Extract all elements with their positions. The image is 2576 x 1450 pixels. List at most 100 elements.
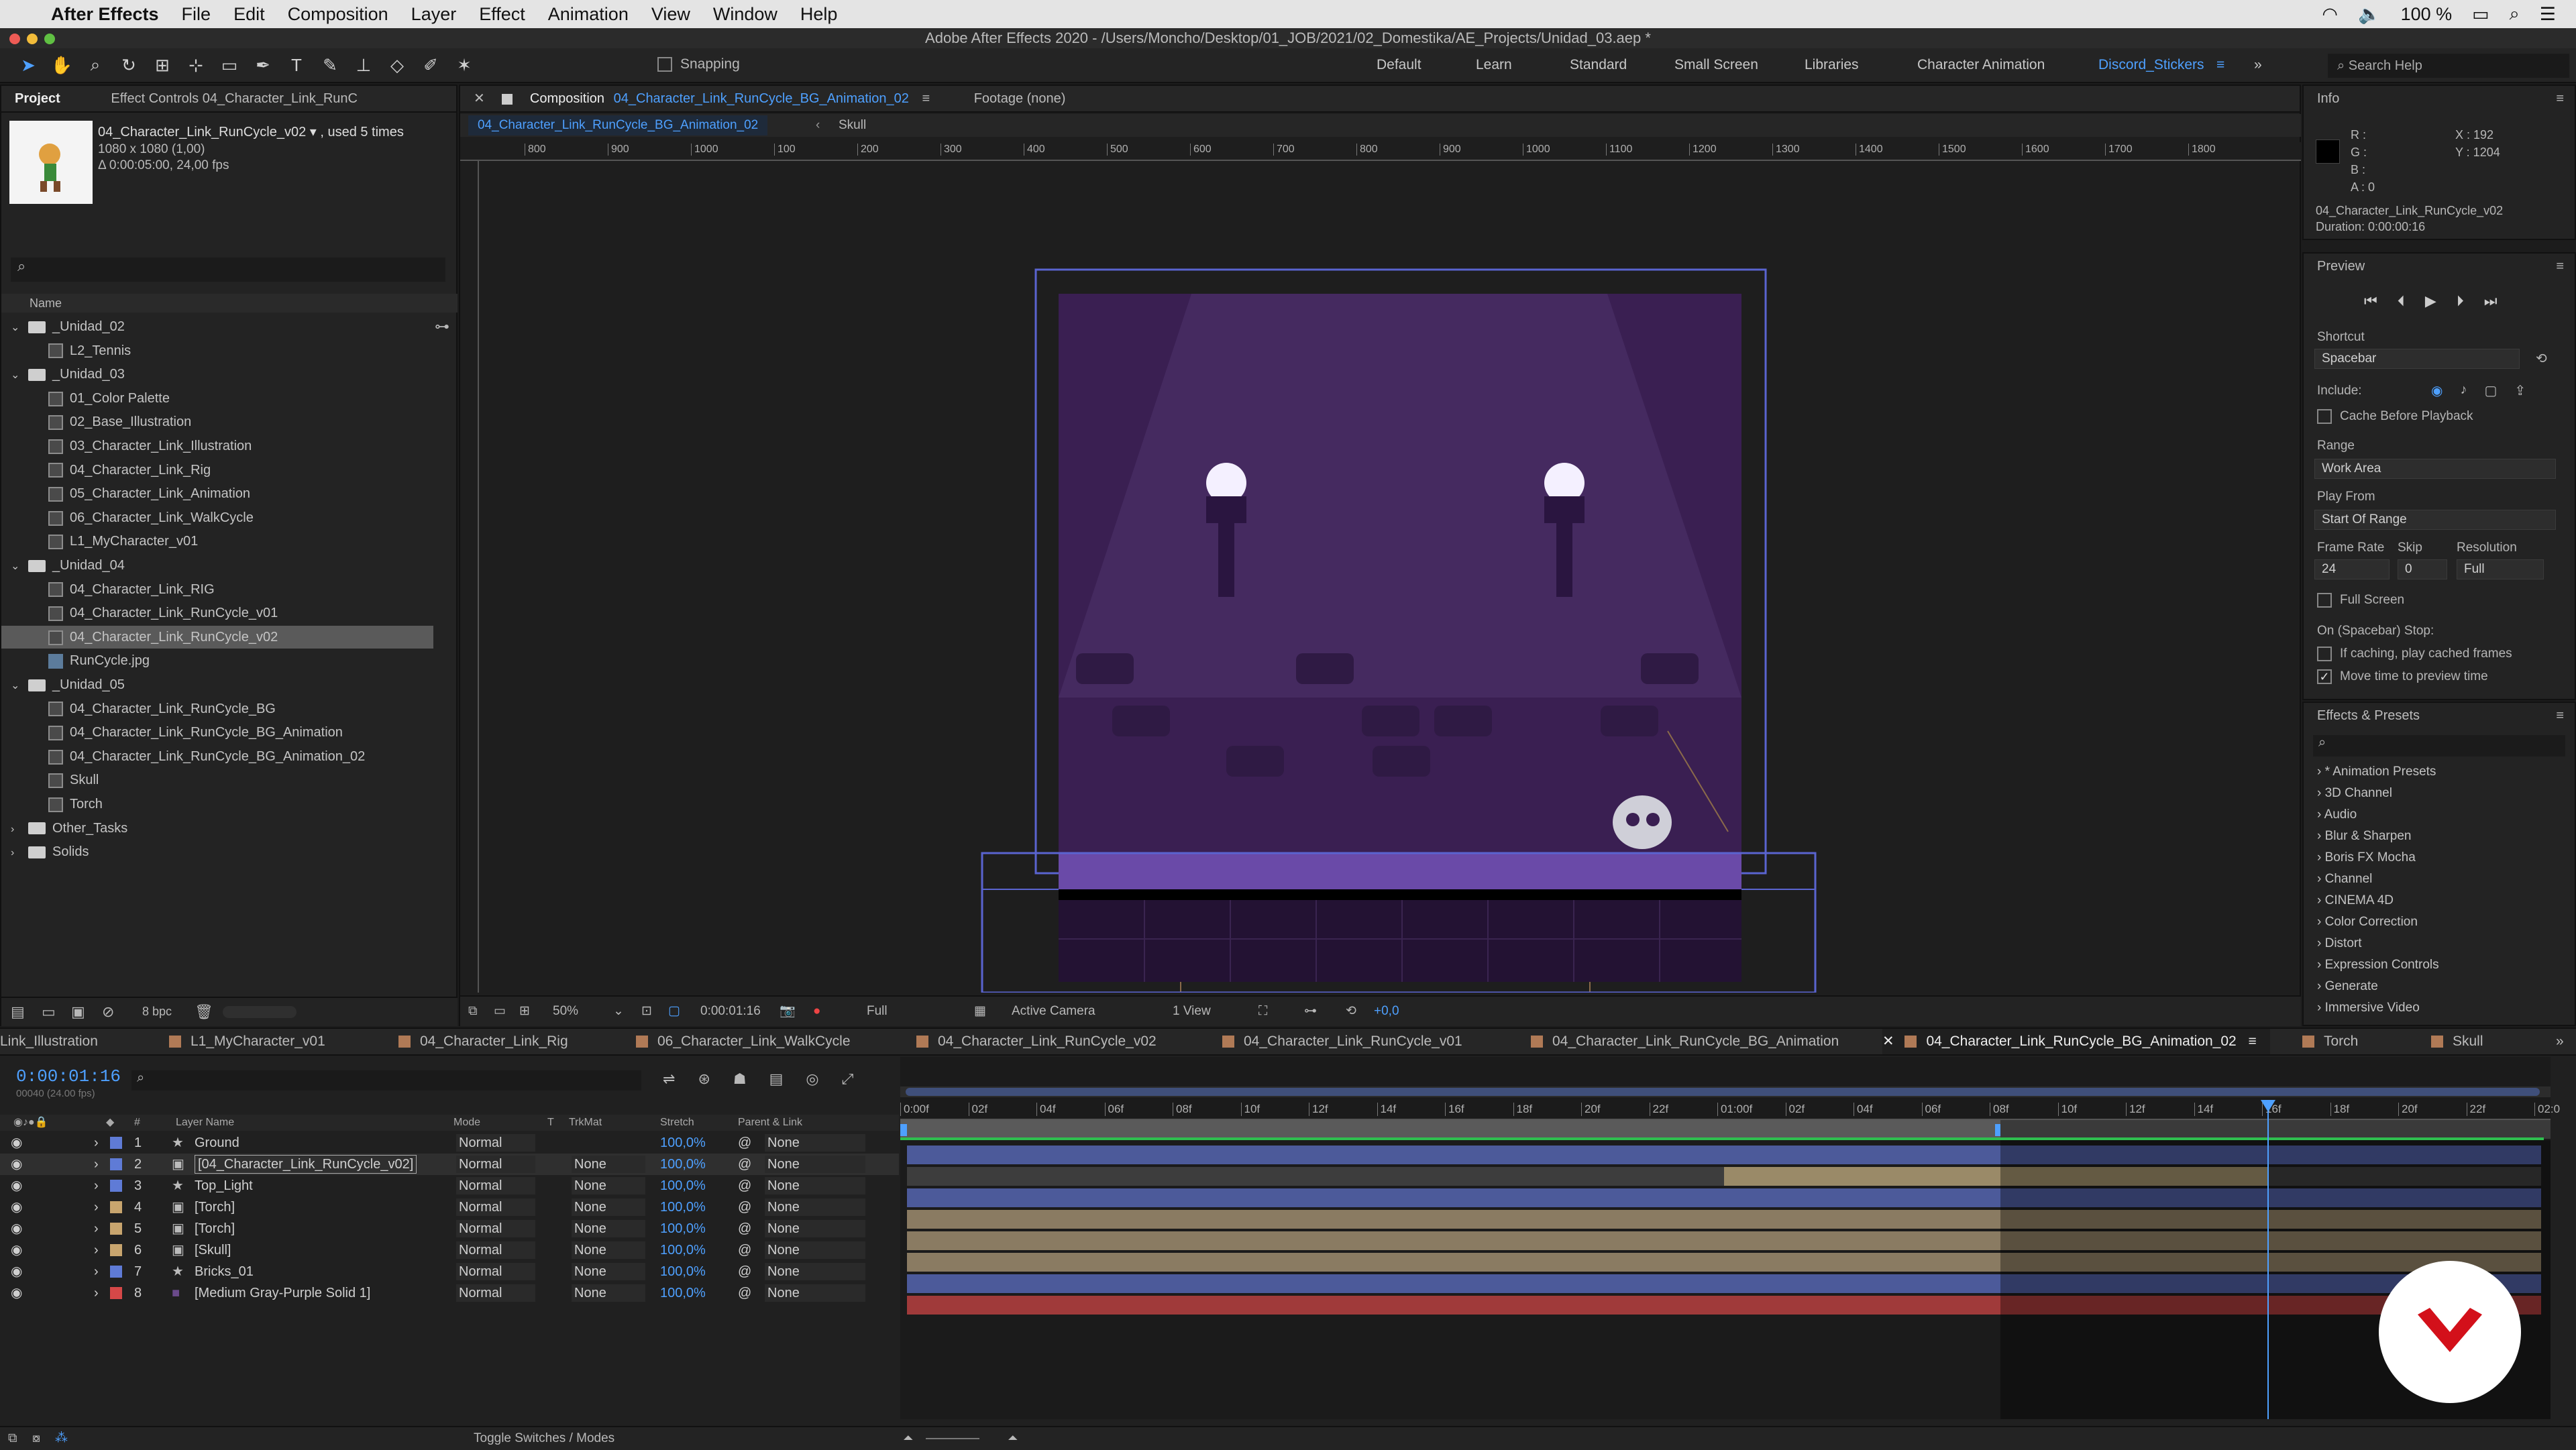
battery-icon[interactable]: ▭ xyxy=(2472,4,2489,25)
layer-row[interactable]: ◉ › 8 ■ [Medium Gray-Purple Solid 1] Normal No… xyxy=(0,1282,899,1304)
toggle-mask-icon[interactable]: ▭ xyxy=(494,997,506,1026)
parent-dropdown[interactable]: None xyxy=(765,1156,865,1173)
layer-switches-icon[interactable]: ⧉ xyxy=(8,1427,17,1450)
project-item[interactable]: Skull xyxy=(11,769,433,791)
vertical-ruler[interactable] xyxy=(460,161,479,993)
menu-app-name[interactable]: After Effects xyxy=(51,4,159,25)
workspace-discord-stickers[interactable]: Discord_Stickers xyxy=(2098,57,2204,73)
parent-pick-whip-icon[interactable]: @ xyxy=(738,1175,751,1196)
layer-mode-dropdown[interactable]: Normal xyxy=(456,1177,535,1194)
minimize-window-button[interactable] xyxy=(27,34,38,44)
workspace-menu-icon[interactable]: ≡ xyxy=(2216,57,2224,73)
layer-name[interactable]: Top_Light xyxy=(195,1175,253,1196)
visibility-eye-icon[interactable]: ◉ xyxy=(11,1154,22,1175)
layer-search-input[interactable]: ⌕ xyxy=(131,1070,641,1091)
reset-exposure-icon[interactable]: ⟲ xyxy=(1346,997,1356,1026)
previous-frame-icon[interactable]: ⏴ xyxy=(2398,292,2405,310)
chevron-right-icon[interactable]: › xyxy=(11,818,28,841)
full-screen-checkbox[interactable] xyxy=(2317,593,2332,608)
panel-menu-icon[interactable]: ≡ xyxy=(2556,91,2564,107)
workspace-libraries[interactable]: Libraries xyxy=(1805,57,1859,73)
new-comp-icon[interactable]: ▣ xyxy=(71,1003,85,1021)
column-header-name[interactable]: Name xyxy=(1,294,458,313)
next-frame-icon[interactable]: ⏵ xyxy=(2457,292,2464,310)
project-item[interactable]: 04_Character_Link_RunCycle_v02 xyxy=(1,625,433,649)
tab-composition-label[interactable]: Composition xyxy=(530,91,604,106)
header-layer-name[interactable]: Layer Name xyxy=(176,1115,234,1131)
always-preview-icon[interactable]: ⧉ xyxy=(468,997,478,1026)
trkmat-dropdown[interactable]: None xyxy=(572,1198,645,1216)
header-trkmat[interactable]: TrkMat xyxy=(569,1115,602,1131)
rotate-tool-icon[interactable]: ↻ xyxy=(115,52,142,78)
parent-dropdown[interactable]: None xyxy=(765,1241,865,1259)
chevron-down-icon[interactable]: ⌄ xyxy=(11,675,28,698)
chevron-right-icon[interactable]: › xyxy=(2317,979,2325,993)
horizontal-ruler[interactable]: 800 900 1000 100 200 300 400 500 600 700 800 900 100… xyxy=(460,142,2301,161)
menu-window[interactable]: Window xyxy=(713,4,777,25)
stretch-value[interactable]: 100,0% xyxy=(660,1239,706,1261)
layer-mode-dropdown[interactable]: Normal xyxy=(456,1220,535,1237)
panel-menu-icon[interactable]: ≡ xyxy=(2556,259,2564,274)
comp-mini-flowchart-icon[interactable]: ⇌ xyxy=(663,1070,675,1088)
project-item[interactable]: 04_Character_Link_RIG xyxy=(11,578,433,601)
label-color-swatch[interactable] xyxy=(110,1244,122,1256)
effects-search-input[interactable]: ⌕ xyxy=(2313,735,2565,757)
layer-row[interactable]: ◉ › 4 ▣ [Torch] Normal None 100,0% @ None xyxy=(0,1196,899,1218)
views-dropdown[interactable]: 1 View xyxy=(1173,997,1211,1026)
av-switches-header-icon[interactable]: ◉♪●🔒 xyxy=(13,1115,48,1131)
project-item[interactable]: 03_Character_Link_Illustration xyxy=(11,435,433,457)
parent-pick-whip-icon[interactable]: @ xyxy=(738,1282,751,1304)
time-ruler[interactable]: 0:00f 02f 04f 06f 08f 10f 12f 14f 16f 18f 20f 22f 01… xyxy=(900,1100,2560,1120)
hand-tool-icon[interactable]: ✋ xyxy=(48,52,75,78)
breadcrumb-comp[interactable]: 04_Character_Link_RunCycle_BG_Animation_… xyxy=(468,115,768,135)
project-item[interactable]: 02_Base_Illustration xyxy=(11,410,433,433)
chevron-right-icon[interactable]: › xyxy=(2317,958,2325,972)
chevron-right-icon[interactable]: › xyxy=(11,842,28,865)
zoom-dropdown[interactable]: 50% xyxy=(553,997,578,1026)
chevron-down-icon[interactable]: ⌄ xyxy=(11,317,28,339)
menu-help[interactable]: Help xyxy=(800,4,838,25)
snapshot-icon[interactable]: 📷 xyxy=(780,997,796,1026)
chevron-right-icon[interactable]: › xyxy=(2317,850,2325,865)
workspace-small-screen[interactable]: Small Screen xyxy=(1674,57,1758,73)
chevron-down-icon[interactable]: ⌄ xyxy=(11,555,28,578)
menu-view[interactable]: View xyxy=(651,4,690,25)
workspace-default[interactable]: Default xyxy=(1377,57,1421,73)
timeline-tab[interactable]: Torch xyxy=(2302,1029,2358,1054)
play-from-dropdown[interactable]: Start Of Range xyxy=(2314,510,2556,530)
header-parent[interactable]: Parent & Link xyxy=(738,1115,802,1131)
project-folder[interactable]: ⌄ _Unidad_04 xyxy=(11,554,433,577)
frame-blending-icon[interactable]: ▤ xyxy=(769,1070,784,1088)
battery-label[interactable]: 100 % xyxy=(2401,4,2453,25)
timeline-tab[interactable]: 04_Character_Link_RunCycle_BG_Animation xyxy=(1531,1029,1839,1054)
label-color-swatch[interactable] xyxy=(110,1180,122,1192)
stretch-value[interactable]: 100,0% xyxy=(660,1154,706,1175)
shy-layers-icon[interactable]: ☗ xyxy=(733,1070,747,1088)
bit-depth-label[interactable]: 8 bpc xyxy=(142,1005,172,1019)
trkmat-dropdown[interactable]: None xyxy=(572,1263,645,1280)
in-out-icon[interactable]: ⁂ xyxy=(55,1427,68,1450)
layer-name[interactable]: [04_Character_Link_RunCycle_v02] xyxy=(195,1155,417,1174)
current-time-indicator[interactable] xyxy=(2261,1100,2275,1419)
work-area-bar[interactable] xyxy=(900,1120,2002,1139)
stretch-value[interactable]: 100,0% xyxy=(660,1218,706,1239)
move-time-option[interactable]: ✓ Move time to preview time xyxy=(2317,669,2488,684)
label-color-swatch[interactable] xyxy=(110,1266,122,1278)
thumbnail-size-slider[interactable] xyxy=(223,1006,297,1018)
audio-toggle-icon[interactable]: ♪ xyxy=(2460,382,2467,399)
effect-category[interactable]: › Generate xyxy=(2317,979,2378,994)
stretch-value[interactable]: 100,0% xyxy=(660,1132,706,1154)
camera-dropdown[interactable]: Active Camera xyxy=(1012,997,1095,1026)
expand-chevron-icon[interactable]: › xyxy=(94,1239,99,1261)
chevron-right-icon[interactable]: › xyxy=(2317,765,2325,779)
playhead-icon[interactable] xyxy=(2261,1100,2275,1112)
effect-category[interactable]: › Distort xyxy=(2317,936,2362,951)
tab-project[interactable]: Project xyxy=(15,91,60,106)
chevron-right-icon[interactable]: › xyxy=(2317,1001,2325,1015)
effect-category[interactable]: › Expression Controls xyxy=(2317,958,2439,972)
visibility-eye-icon[interactable]: ◉ xyxy=(11,1261,22,1282)
label-color-swatch[interactable] xyxy=(110,1201,122,1213)
project-folder[interactable]: ⌄ _Unidad_05 xyxy=(11,673,433,696)
project-item[interactable]: 04_Character_Link_Rig xyxy=(11,459,433,482)
parent-dropdown[interactable]: None xyxy=(765,1220,865,1237)
